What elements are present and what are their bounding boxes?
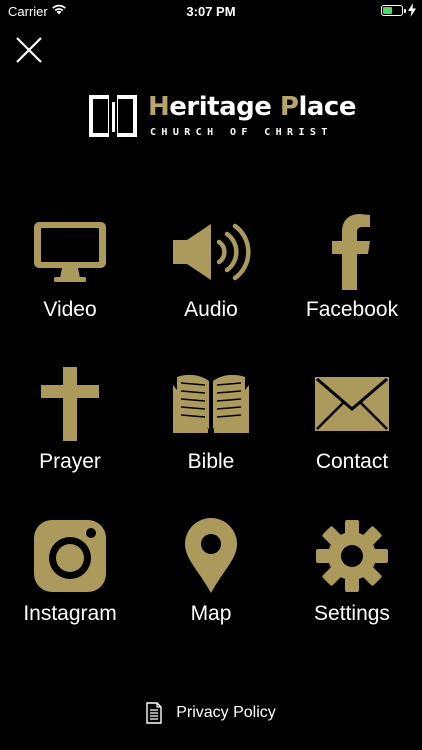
monitor-icon (34, 222, 106, 282)
battery-icon (381, 5, 406, 16)
bible-button[interactable]: Bible (141, 364, 281, 484)
prayer-button[interactable]: Prayer (0, 364, 140, 484)
bible-label: Bible (187, 450, 235, 473)
logo-mark-icon (89, 94, 137, 138)
charging-bolt-icon (408, 3, 416, 20)
prayer-label: Prayer (39, 450, 101, 473)
close-button[interactable] (15, 36, 43, 64)
settings-button[interactable]: Settings (282, 516, 422, 636)
clock: 3:07 PM (186, 4, 236, 19)
map-label: Map (190, 602, 232, 625)
contact-button[interactable]: Contact (282, 364, 422, 484)
facebook-icon (332, 214, 370, 290)
cross-icon (41, 367, 99, 441)
map-button[interactable]: Map (141, 516, 281, 636)
gear-icon (316, 520, 388, 592)
facebook-label: Facebook (305, 298, 399, 321)
logo-subtitle: CHURCH OF CHRIST (150, 127, 333, 138)
map-pin-icon (185, 518, 237, 593)
audio-label: Audio (184, 298, 238, 321)
status-bar: Carrier 3:07 PM (0, 0, 422, 22)
document-icon (146, 702, 162, 724)
church-logo: Heritage Place CHURCH OF CHRIST (88, 92, 356, 138)
instagram-icon (34, 520, 106, 592)
video-button[interactable]: Video (0, 212, 140, 332)
logo-title: Heritage Place (148, 92, 356, 122)
instagram-button[interactable]: Instagram (0, 516, 140, 636)
video-label: Video (43, 298, 97, 321)
speaker-icon (173, 223, 251, 281)
open-book-icon (173, 374, 249, 435)
envelope-icon (315, 377, 389, 431)
settings-label: Settings (314, 602, 390, 625)
contact-label: Contact (315, 450, 389, 473)
facebook-button[interactable]: Facebook (282, 212, 422, 332)
privacy-policy-link[interactable]: Privacy Policy (0, 700, 422, 726)
close-icon (16, 37, 42, 63)
privacy-policy-label: Privacy Policy (176, 704, 276, 721)
instagram-label: Instagram (23, 602, 117, 625)
audio-button[interactable]: Audio (141, 212, 281, 332)
